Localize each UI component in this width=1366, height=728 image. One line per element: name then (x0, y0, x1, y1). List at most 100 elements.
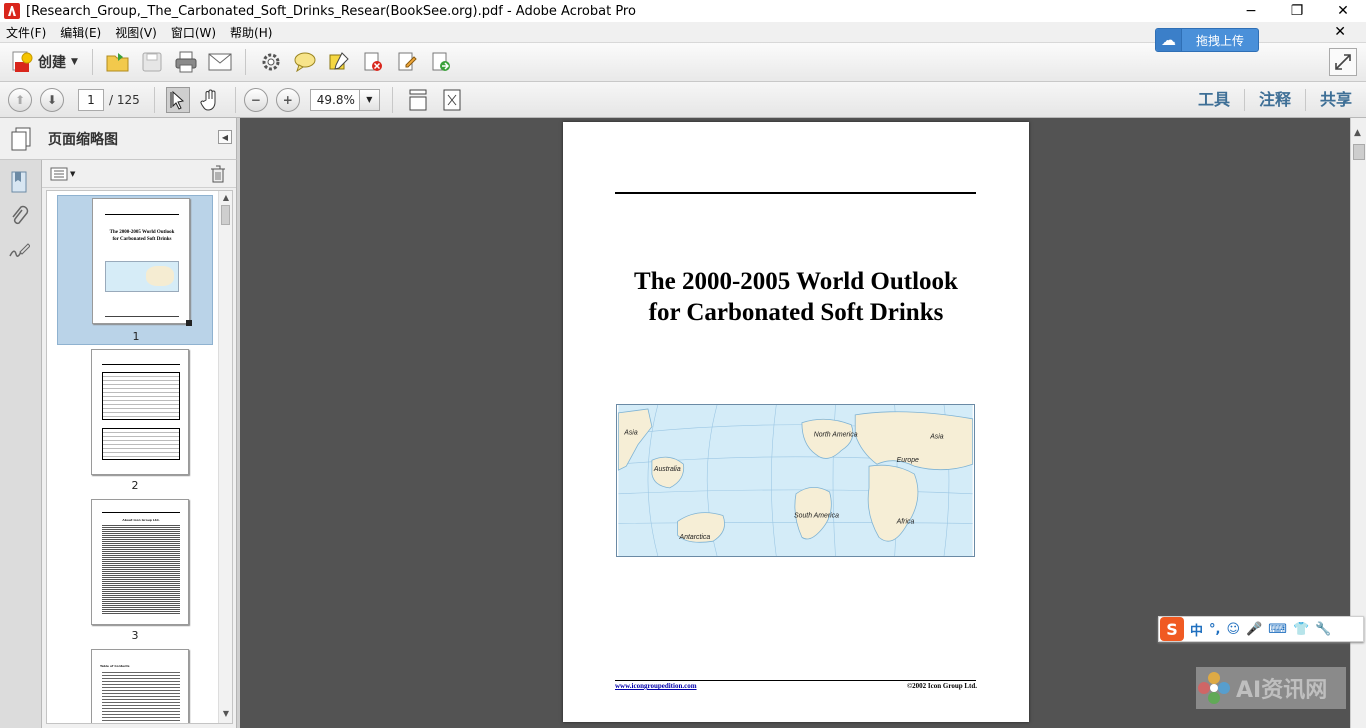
footer-url-link[interactable]: www.icongroupedition.com (615, 682, 697, 690)
toolbar-divider (91, 49, 93, 75)
thumbnail-scrollbar[interactable]: ▲ ▼ (218, 191, 232, 723)
redact-button[interactable] (359, 48, 387, 76)
plus-icon: + (282, 92, 293, 107)
text-cursor-icon (170, 90, 184, 110)
save-button[interactable] (138, 48, 166, 76)
thumbnail-heading: Table of Contents (100, 664, 130, 668)
thumbnail-page-1[interactable]: The 2000-2005 World Outlook for Carbonat… (57, 195, 213, 345)
ime-language-toggle[interactable]: 中 (1190, 620, 1203, 639)
comment-button[interactable] (291, 48, 319, 76)
zoom-dropdown-button[interactable]: ▼ (359, 88, 380, 111)
delete-pages-button[interactable] (210, 165, 226, 186)
navigation-rail (0, 160, 42, 728)
document-title-line2: for Carbonated Soft Drinks (648, 299, 944, 326)
fullscreen-button[interactable] (1329, 48, 1357, 76)
menu-help[interactable]: 帮助(H) (230, 24, 272, 41)
page-scroll-icon (409, 89, 427, 110)
sign-button[interactable] (393, 48, 421, 76)
open-button[interactable] (104, 48, 132, 76)
ime-keyboard-icon[interactable]: ⌨ (1268, 622, 1287, 637)
thumbnail-options-button[interactable]: ▼ (50, 167, 75, 181)
speech-bubble-icon (294, 52, 316, 72)
zoom-out-button[interactable]: − (243, 87, 268, 112)
baidu-upload-label: 拖拽上传 (1195, 33, 1244, 48)
scroll-up-icon[interactable]: ▲ (219, 193, 232, 205)
page-number-input[interactable]: 1 (78, 88, 104, 111)
watermark-logo-icon (1198, 672, 1230, 704)
export-button[interactable] (427, 48, 455, 76)
thumbnail-page-number: 1 (132, 330, 140, 343)
thumbnail-page-3[interactable]: About Icon Group Ltd. 3 (57, 499, 213, 645)
hand-tool-button[interactable] (196, 86, 224, 114)
toolbar-divider (234, 86, 236, 113)
ime-skin-icon[interactable]: 👕 (1293, 622, 1309, 637)
footer-copyright: ©2002 Icon Group Ltd. (906, 682, 977, 690)
ime-settings-icon[interactable]: 🔧 (1315, 622, 1331, 637)
ime-voice-icon[interactable]: 🎤 (1246, 622, 1262, 637)
thumbnail-box (102, 428, 180, 460)
thumbnail-box (102, 372, 180, 420)
baidu-upload-button[interactable]: ☁ 拖拽上传 (1155, 28, 1259, 52)
bookmark-icon[interactable] (8, 170, 30, 194)
menu-window[interactable]: 窗口(W) (171, 24, 216, 41)
sogou-logo-icon[interactable]: S (1160, 617, 1184, 641)
fit-page-icon (443, 89, 461, 110)
options-menu-icon (50, 167, 68, 180)
close-button[interactable]: ✕ (1320, 0, 1366, 22)
fit-page-button[interactable] (438, 86, 466, 114)
scroll-down-icon[interactable]: ▼ (219, 709, 232, 721)
minimize-button[interactable]: − (1228, 0, 1274, 22)
thumbnail-resize-handle[interactable] (186, 320, 192, 326)
highlight-button[interactable] (325, 48, 353, 76)
thumbnail-title: The 2000-2005 World Outlook for Carbonat… (97, 229, 187, 243)
chevron-down-icon: ▼ (71, 57, 78, 67)
scrollbar-thumb[interactable] (221, 205, 230, 225)
thumbnail-text-block (102, 670, 180, 723)
tools-link[interactable]: 工具 (1184, 89, 1244, 111)
ime-punctuation-icon[interactable]: °, (1209, 622, 1220, 637)
toolbar-divider (244, 49, 246, 75)
ime-emoji-icon[interactable]: ☺ (1226, 622, 1240, 637)
thumbnail-map-land (146, 266, 174, 286)
maximize-button[interactable]: ❐ (1274, 0, 1320, 22)
ime-toolbar: S 中 °, ☺ 🎤 ⌨ 👕 🔧 (1158, 616, 1364, 642)
watermark-text: AI资讯网 (1236, 678, 1328, 703)
collapse-panel-button[interactable]: ◀ (218, 130, 232, 144)
zoom-input[interactable]: 49.8% (309, 88, 360, 111)
close-document-button[interactable]: ✕ (1334, 24, 1346, 40)
print-button[interactable] (172, 48, 200, 76)
pages-icon[interactable] (10, 127, 32, 151)
scroll-up-icon[interactable]: ▲ (1354, 128, 1361, 138)
next-page-button[interactable]: ⬇ (40, 87, 64, 112)
select-tool-button[interactable] (165, 86, 190, 113)
paperclip-icon[interactable] (8, 204, 30, 228)
thumbnail-list: The 2000-2005 World Outlook for Carbonat… (46, 190, 233, 724)
signature-icon[interactable] (8, 238, 30, 262)
document-export-icon (432, 52, 450, 71)
zoom-in-button[interactable]: + (275, 87, 300, 112)
menu-edit[interactable]: 编辑(E) (60, 24, 101, 41)
thumbnail-title-line2: for Carbonated Soft Drinks (112, 237, 172, 242)
toolbar-divider (391, 86, 393, 113)
create-button[interactable]: 创建 ▼ (10, 47, 78, 77)
watermark: AI资讯网 (1196, 667, 1346, 709)
open-folder-icon (106, 53, 129, 72)
previous-page-button[interactable]: ⬆ (8, 87, 32, 112)
menu-file[interactable]: 文件(F) (6, 24, 46, 41)
scrollbar-thumb[interactable] (1353, 144, 1365, 160)
envelope-icon (208, 53, 232, 71)
thumbnail-page-4[interactable]: Table of Contents (57, 649, 213, 723)
page-total: / 125 (109, 92, 140, 107)
share-link[interactable]: 共享 (1304, 89, 1366, 111)
thumbnail-page-image: About Icon Group Ltd. (91, 499, 189, 625)
menu-view[interactable]: 视图(V) (115, 24, 157, 41)
email-button[interactable] (206, 48, 234, 76)
comment-link[interactable]: 注释 (1243, 89, 1305, 111)
scroll-mode-button[interactable] (404, 86, 432, 114)
highlighter-icon (329, 52, 349, 70)
thumbnail-page-number: 3 (131, 629, 139, 642)
title-bar: [Research_Group,_The_Carbonated_Soft_Dri… (0, 0, 1366, 22)
thumbnail-footer-rule (105, 316, 179, 317)
thumbnail-page-2[interactable]: 2 (57, 349, 213, 495)
settings-button[interactable] (257, 48, 285, 76)
